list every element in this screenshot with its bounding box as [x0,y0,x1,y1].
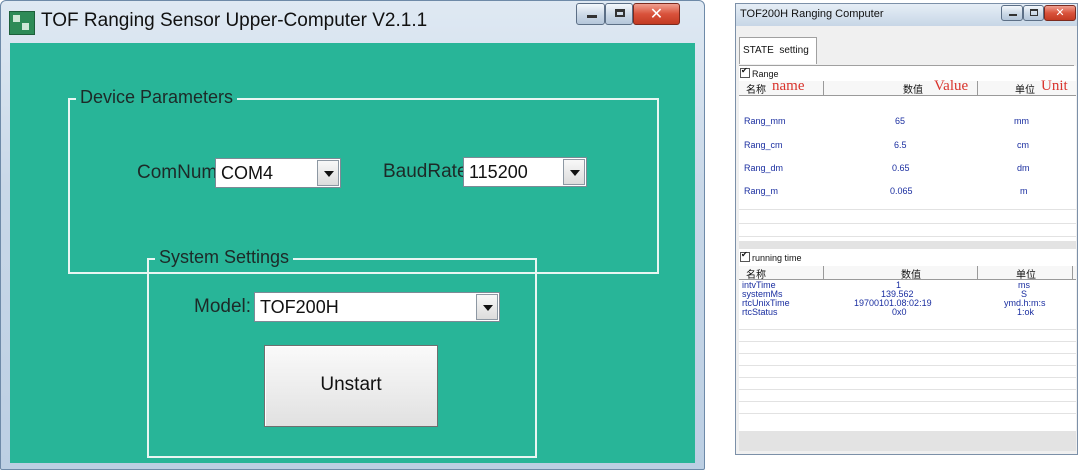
close-icon: ✕ [1055,7,1065,19]
column-value[interactable]: 数值 [901,266,921,281]
running-time-checkbox[interactable]: running time [739,250,1076,264]
close-button[interactable]: ✕ [633,3,680,25]
close-button[interactable]: ✕ [1044,5,1076,21]
title-bar[interactable]: TOF200H Ranging Computer ✕ [736,4,1077,26]
row-unit: cm [1017,140,1029,150]
grid-line [739,236,1076,237]
column-divider [823,81,824,95]
tab-bar: STATE setting [739,37,1074,66]
chevron-down-icon[interactable] [476,294,498,320]
running-time-section: running time 名称 数值 单位 intvTime 1 ms syst… [739,249,1076,431]
baudrate-value: 115200 [469,162,528,182]
unstart-button-label: Unstart [320,374,382,395]
minimize-button[interactable] [576,3,605,25]
row-value: 0.65 [892,163,910,173]
row-value: 0.065 [890,186,913,196]
column-name[interactable]: 名称 [746,81,766,96]
row-value: 65 [895,116,906,126]
model-select[interactable]: TOF200H [254,292,500,322]
tab-state[interactable]: STATE setting [739,37,817,64]
title-bar[interactable]: TOF Ranging Sensor Upper-Computer V2.1.1… [1,1,704,43]
row-name: Rang_mm [744,116,786,126]
chevron-down-icon[interactable] [563,159,585,185]
section-divider [739,241,1076,249]
window-title: TOF200H Ranging Computer [740,8,884,20]
maximize-button[interactable] [1023,5,1044,21]
checkbox-checked-icon[interactable] [740,66,750,78]
column-divider [823,266,824,279]
column-value-annotation: Value [934,78,969,94]
grid-line [739,389,1076,390]
row-name: Rang_m [744,186,779,196]
ranging-computer-window: TOF200H Ranging Computer ✕ STATE setting… [735,3,1078,455]
comnum-label: ComNum: [137,162,223,183]
row-unit: dm [1017,163,1030,173]
status-area [739,431,1076,451]
window-title: TOF Ranging Sensor Upper-Computer V2.1.1 [41,10,428,31]
column-divider [977,81,978,95]
running-time-checkbox-label: running time [752,253,802,263]
window-controls: ✕ [1001,5,1076,31]
tab-setting[interactable]: setting [779,45,808,56]
column-value[interactable]: 数值 [903,81,923,96]
grid-line [739,401,1076,402]
device-parameters-legend: Device Parameters [76,87,238,108]
range-column-header: 名称 name 数值 Value 单位 Unit [739,78,1076,96]
grid-line [739,329,1076,330]
comnum-select[interactable]: COM4 [215,158,341,188]
column-divider [977,266,978,279]
checkbox-checked-icon[interactable] [740,250,750,262]
model-label: Model: [194,296,252,317]
column-unit[interactable]: 单位 [1015,81,1035,96]
row-name: Rang_dm [744,163,784,173]
chevron-down-icon[interactable] [317,160,339,186]
unstart-button[interactable]: Unstart [264,345,438,427]
baudrate-select[interactable]: 115200 [463,157,587,187]
main-window: TOF Ranging Sensor Upper-Computer V2.1.1… [0,0,705,470]
row-value: 6.5 [894,140,907,150]
row-unit: m [1020,186,1028,196]
column-unit-annotation: Unit [1041,78,1068,94]
close-icon: ✕ [649,6,664,23]
row-value: 0x0 [892,307,907,317]
grid-line [739,209,1076,210]
column-divider [1072,266,1073,279]
window-controls: ✕ [576,3,680,29]
column-unit[interactable]: 单位 [1016,266,1036,281]
grid-line [739,377,1076,378]
grid-line [739,353,1076,354]
range-section: Range 名称 name 数值 Value 单位 Unit Rang_mm 6… [739,66,1076,241]
grid-line [739,223,1076,224]
grid-line [739,365,1076,366]
grid-line [739,413,1076,414]
row-unit: 1:ok [1017,307,1035,317]
running-column-header: 名称 数值 单位 [739,266,1076,281]
app-icon [9,11,35,35]
row-unit: mm [1014,116,1029,126]
row-name: Rang_cm [744,140,783,150]
minimize-button[interactable] [1001,5,1023,21]
row-name: rtcStatus [742,307,778,317]
maximize-button[interactable] [605,3,633,25]
baudrate-label: BaudRate: [383,161,473,182]
model-value: TOF200H [260,297,339,317]
grid-line [739,341,1076,342]
comnum-value: COM4 [221,163,274,183]
system-settings-legend: System Settings [155,247,294,268]
column-name[interactable]: 名称 [746,266,766,281]
column-name-annotation: name [772,78,805,94]
